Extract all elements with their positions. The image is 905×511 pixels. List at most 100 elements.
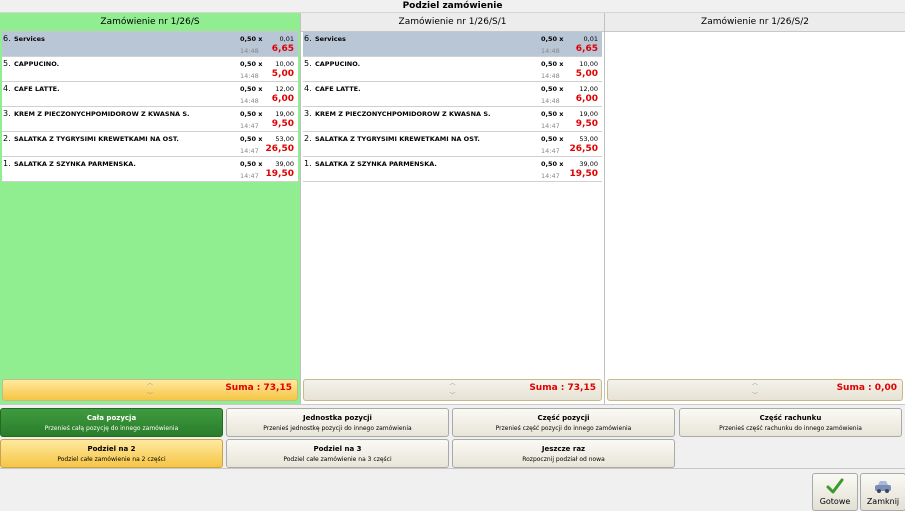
item-number: 6.	[304, 34, 312, 43]
item-total: 19,50	[265, 169, 294, 179]
item-time: 14:48	[541, 97, 560, 105]
list-item[interactable]: 1. SALATKA Z SZYNKA PARMENSKA. 0,50 x 39,00…	[2, 157, 298, 182]
item-number: 6.	[3, 34, 11, 43]
item-time: 14:48	[240, 47, 259, 55]
list-item[interactable]: 3. KREM Z PIECZONYCHPOMIDOROW Z KWASNA S.…	[2, 107, 298, 132]
order-item-list[interactable]	[605, 32, 905, 379]
scroll-up-icon[interactable]: ︿	[147, 381, 153, 387]
restart-split-button[interactable]: Jeszcze raz Rozpocznij podział od nowa	[452, 439, 675, 468]
button-subtitle: Przenieś całą pozycję do innego zamówien…	[44, 425, 179, 432]
item-total: 26,50	[569, 144, 598, 154]
split-in-2-button[interactable]: Podziel na 2 Podziel całe zamówienie na …	[0, 439, 223, 468]
item-part-button[interactable]: Część pozycji Przenieś część pozycji do …	[452, 408, 675, 437]
list-item[interactable]: 3. KREM Z PIECZONYCHPOMIDOROW Z KWASNA S.…	[303, 107, 602, 132]
button-title: Cała pozycja	[86, 414, 137, 422]
item-time: 14:47	[541, 172, 560, 180]
item-time: 14:48	[240, 72, 259, 80]
button-title: Podziel na 3	[313, 445, 362, 453]
button-subtitle: Przenieś jednostkę pozycji do innego zam…	[263, 425, 412, 432]
close-button[interactable]: Zamknij	[860, 473, 905, 511]
order-sum: Suma : 73,15	[225, 383, 292, 393]
item-name: SALATKA Z TYGRYSIMI KREWETKAMI NA OST.	[315, 135, 480, 143]
item-unit-button[interactable]: Jednostka pozycji Przenieś jednostkę poz…	[226, 408, 449, 437]
button-title: Część pozycji	[537, 414, 590, 422]
item-total: 9,50	[575, 119, 598, 129]
item-name: CAPPUCINO.	[14, 60, 60, 68]
item-quantity: 0,50 x	[240, 60, 263, 68]
bill-part-button[interactable]: Część rachunku Przenieś część rachunku d…	[679, 408, 902, 437]
list-item[interactable]: 2. SALATKA Z TYGRYSIMI KREWETKAMI NA OST.…	[303, 132, 602, 157]
item-unit-price: 10,00	[579, 60, 598, 68]
item-name: SALATKA Z SZYNKA PARMENSKA.	[14, 160, 136, 168]
item-unit-price: 10,00	[275, 60, 294, 68]
button-title: Podziel na 2	[87, 445, 136, 453]
item-quantity: 0,50 x	[541, 35, 564, 43]
dialog-footer: Gotowe Zamknij	[0, 468, 905, 511]
item-name: KREM Z PIECZONYCHPOMIDOROW Z KWASNA S.	[315, 110, 491, 118]
item-unit-price: 12,00	[275, 85, 294, 93]
order-sum: Suma : 73,15	[529, 383, 596, 393]
done-label: Gotowe	[819, 497, 851, 506]
item-name: CAPPUCINO.	[315, 60, 361, 68]
order-sum: Suma : 0,00	[836, 383, 897, 393]
item-unit-price: 39,00	[579, 160, 598, 168]
order-header[interactable]: Zamówienie nr 1/26/S/2	[605, 13, 905, 32]
window-title: Podziel zamówienie	[0, 0, 905, 13]
list-item[interactable]: 2. SALATKA Z TYGRYSIMI KREWETKAMI NA OST.…	[2, 132, 298, 157]
list-item[interactable]: 5. CAPPUCINO. 0,50 x 10,00 14:48 5,00	[2, 57, 298, 82]
button-subtitle: Podziel całe zamówienie na 2 części	[57, 456, 166, 463]
item-unit-price: 0,01	[583, 35, 598, 43]
scroll-down-icon[interactable]: ﹀	[450, 393, 456, 399]
item-number: 4.	[3, 84, 11, 93]
item-unit-price: 0,01	[279, 35, 294, 43]
item-number: 3.	[3, 109, 11, 118]
item-unit-price: 53,00	[579, 135, 598, 143]
item-total: 26,50	[265, 144, 294, 154]
order-header[interactable]: Zamówienie nr 1/26/S	[0, 13, 300, 32]
button-subtitle: Podziel całe zamówienie na 3 części	[283, 456, 392, 463]
close-label: Zamknij	[866, 497, 900, 506]
item-number: 1.	[304, 159, 312, 168]
order-footer: ︿ Suma : 73,15 ﹀	[2, 379, 298, 401]
item-name: CAFE LATTE.	[315, 85, 361, 93]
scroll-down-icon[interactable]: ﹀	[147, 393, 153, 399]
scroll-up-icon[interactable]: ︿	[450, 381, 456, 387]
item-unit-price: 53,00	[275, 135, 294, 143]
item-total: 6,00	[271, 94, 294, 104]
scroll-up-icon[interactable]: ︿	[752, 381, 758, 387]
item-name: CAFE LATTE.	[14, 85, 60, 93]
list-item[interactable]: 4. CAFE LATTE. 0,50 x 12,00 14:48 6,00	[2, 82, 298, 107]
list-item[interactable]: 6. Services 0,50 x 0,01 14:48 6,65	[303, 32, 602, 57]
order-column-3: Zamówienie nr 1/26/S/2 ︿ Suma : 0,00 ﹀	[604, 13, 905, 404]
order-item-list[interactable]: 6. Services 0,50 x 0,01 14:48 6,65 5. CAPPUCINO…	[301, 32, 604, 379]
item-quantity: 0,50 x	[541, 85, 564, 93]
item-quantity: 0,50 x	[541, 160, 564, 168]
item-time: 14:48	[541, 47, 560, 55]
button-title: Jeszcze raz	[541, 445, 586, 453]
item-quantity: 0,50 x	[240, 110, 263, 118]
order-footer: ︿ Suma : 0,00 ﹀	[607, 379, 903, 401]
item-total: 19,50	[569, 169, 598, 179]
order-item-list[interactable]: 6. Services 0,50 x 0,01 14:48 6,65 5. CAPPUCINO…	[0, 32, 300, 379]
item-name: SALATKA Z TYGRYSIMI KREWETKAMI NA OST.	[14, 135, 179, 143]
button-subtitle: Przenieś część rachunku do innego zamówi…	[719, 425, 862, 432]
order-header[interactable]: Zamówienie nr 1/26/S/1	[301, 13, 604, 32]
item-unit-price: 19,00	[579, 110, 598, 118]
whole-item-button[interactable]: Cała pozycja Przenieś całą pozycję do in…	[0, 408, 223, 437]
list-item[interactable]: 4. CAFE LATTE. 0,50 x 12,00 14:48 6,00	[303, 82, 602, 107]
split-in-3-button[interactable]: Podziel na 3 Podziel całe zamówienie na …	[226, 439, 449, 468]
item-time: 14:47	[541, 122, 560, 130]
list-item[interactable]: 5. CAPPUCINO. 0,50 x 10,00 14:48 5,00	[303, 57, 602, 82]
item-quantity: 0,50 x	[541, 110, 564, 118]
item-time: 14:47	[240, 172, 259, 180]
item-time: 14:48	[240, 97, 259, 105]
item-name: Services	[315, 35, 346, 43]
list-item[interactable]: 1. SALATKA Z SZYNKA PARMENSKA. 0,50 x 39,00…	[303, 157, 602, 182]
item-quantity: 0,50 x	[240, 85, 263, 93]
scroll-down-icon[interactable]: ﹀	[752, 393, 758, 399]
item-number: 5.	[304, 59, 312, 68]
done-button[interactable]: Gotowe	[812, 473, 858, 511]
item-name: Services	[14, 35, 45, 43]
checkmark-icon	[813, 477, 857, 495]
list-item[interactable]: 6. Services 0,50 x 0,01 14:48 6,65	[2, 32, 298, 57]
